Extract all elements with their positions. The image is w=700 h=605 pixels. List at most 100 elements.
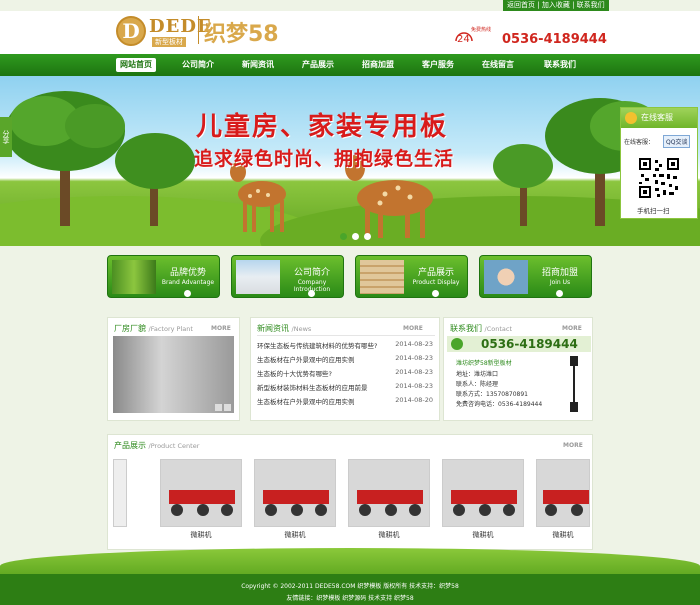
panel-title: 联系我们 /Contact [450,323,512,334]
phone-bar: 0536-4189444 [447,336,591,352]
news-title[interactable]: 环保生态板与传统建筑材料的优势有哪些? [257,340,377,350]
news-title[interactable]: 新型板材装饰材料生态板材的应用前景 [257,382,368,392]
feature-title: 公司简介 [293,268,330,278]
feature-about[interactable]: 公司简介 Company Introduction [231,255,344,298]
product-image[interactable] [536,459,590,527]
share-tab[interactable]: 分享 [0,117,12,157]
product-caption[interactable]: 微耕机 [348,530,430,540]
online-service-widget: 在线客服 在线客服： QQ交谈 手机扫一扫 [620,107,698,219]
panel-title: 新闻资讯 /News [257,323,311,334]
phone-icon [451,338,463,350]
logo-name: 织梦58 [204,22,279,47]
news-item[interactable]: 生态板材在户外景观中的应用实例 2014-08-20 [257,396,433,408]
feature-title: 招商加盟 [541,268,578,278]
nav-message[interactable]: 在线留言 [470,54,526,76]
smile-icon [625,112,637,124]
qq-chat-button[interactable]: QQ交谈 [663,135,691,148]
slide-dot[interactable] [364,233,371,240]
home-link[interactable]: 返回首页 [507,1,535,9]
feature-subtitle: Join Us [549,279,571,286]
news-item[interactable]: 新型板材装饰材料生态板材的应用前景 2014-08-23 [257,382,433,394]
logo[interactable]: D DEDE 新型板材 织梦58 [116,14,296,50]
product-image[interactable] [160,459,242,527]
next-icon[interactable] [224,404,231,411]
feature-subtitle: Brand Advantage [161,279,215,286]
nav-products[interactable]: 产品展示 [290,54,346,76]
news-date: 2014-08-23 [395,354,433,362]
panel-title-en: /News [291,325,312,333]
feature-join[interactable]: 招商加盟 Join Us [479,255,592,298]
news-item[interactable]: 生态板材在户外景观中的应用实例 2014-08-23 [257,354,433,366]
friend-links[interactable]: 友情链接：织梦模板 织梦源码 技术支持 织梦58 [0,593,700,602]
panel-title: 产品展示 /Product Center [114,440,199,451]
svg-text:24: 24 [457,34,470,45]
divider [257,335,435,336]
qr-code-icon [637,156,681,200]
product-image[interactable] [254,459,336,527]
news-title[interactable]: 生态板的十大优势有哪些? [257,368,332,378]
tiller-image [161,460,241,526]
hotline-number: 0536-4189444 [502,32,607,47]
banner-title: 儿童房、家装专用板 [196,112,449,142]
news-date: 2014-08-23 [395,382,433,390]
tiller-image [537,460,589,526]
more-link[interactable]: MORE [563,442,583,449]
more-link[interactable]: MORE [403,325,423,332]
contact-person: 联系人：陈经理 [456,381,499,388]
handshake-image [484,260,528,294]
feature-title: 产品展示 [417,268,454,278]
nav-home[interactable]: 网站首页 [116,58,156,72]
tiller-image [349,460,429,526]
feature-products[interactable]: 产品展示 Product Display [355,255,468,298]
nav-about[interactable]: 公司简介 [170,54,226,76]
logo-brand: DEDE [149,16,212,37]
product-image[interactable] [113,459,127,527]
footer: Copyright © 2002-2011 DEDE58.COM 织梦模板 版权… [0,574,700,605]
scan-label: 手机扫一扫 [637,207,670,215]
banner-subtitle: 追求绿色时尚、拥抱绿色生活 [194,148,455,170]
slide-dot[interactable] [352,233,359,240]
nav-contact[interactable]: 联系我们 [530,54,590,76]
product-caption[interactable]: 微耕机 [442,530,524,540]
logo-divider [198,16,199,44]
copyright: Copyright © 2002-2011 DEDE58.COM 织梦模板 版权… [241,583,459,590]
banner[interactable]: 儿童房、家装专用板 追求绿色时尚、拥抱绿色生活 [0,76,700,246]
factory-panel: 厂房厂貌 /Factory Plant MORE [107,317,240,421]
panel-title: 厂房厂貌 /Factory Plant [114,323,193,334]
factory-photo[interactable] [113,336,234,413]
logo-mark: D [116,16,146,46]
contact-panel: 联系我们 /Contact MORE 0536-4189444 潍坊织梦58新型… [443,317,593,421]
news-panel: 新闻资讯 /News MORE 环保生态板与传统建筑材料的优势有哪些? 2014-… [250,317,440,421]
handset-icon [570,356,578,412]
product-caption[interactable]: 微耕机 [160,530,242,540]
feature-title: 品牌优势 [169,268,206,278]
prev-icon[interactable] [215,404,222,411]
news-item[interactable]: 生态板的十大优势有哪些? 2014-08-23 [257,368,433,380]
feature-brand[interactable]: 品牌优势 Brand Advantage [107,255,220,298]
product-caption[interactable]: 微耕机 [254,530,336,540]
panel-title-en: /Contact [484,325,513,333]
nav-join[interactable]: 招商加盟 [350,54,406,76]
nav-service[interactable]: 客户服务 [410,54,466,76]
board-image [360,260,404,294]
tiller-image [443,460,523,526]
favorite-link[interactable]: 加入收藏 [542,1,570,9]
product-image[interactable] [348,459,430,527]
product-caption[interactable]: 微耕机 [536,530,590,540]
feature-subtitle: Product Display [412,279,460,286]
product-image[interactable] [442,459,524,527]
arrow-icon [184,290,191,297]
news-title[interactable]: 生态板材在户外景观中的应用实例 [257,354,355,364]
more-link[interactable]: MORE [562,325,582,332]
contact-link[interactable]: 联系我们 [577,1,605,9]
tiller-image [255,460,335,526]
news-title[interactable]: 生态板材在户外景观中的应用实例 [257,396,355,406]
logo-subtitle: 新型板材 [152,37,186,47]
nav-news[interactable]: 新闻资讯 [230,54,286,76]
more-link[interactable]: MORE [211,325,231,332]
news-item[interactable]: 环保生态板与传统建筑材料的优势有哪些? 2014-08-23 [257,340,433,352]
products-panel: 产品展示 /Product Center MORE 微耕机 微耕机 微耕机 微耕… [107,434,593,550]
panel-title-text: 产品展示 [114,441,146,450]
slide-dot[interactable] [340,233,347,240]
hotline-icon: 24 免费热线 [454,27,498,47]
